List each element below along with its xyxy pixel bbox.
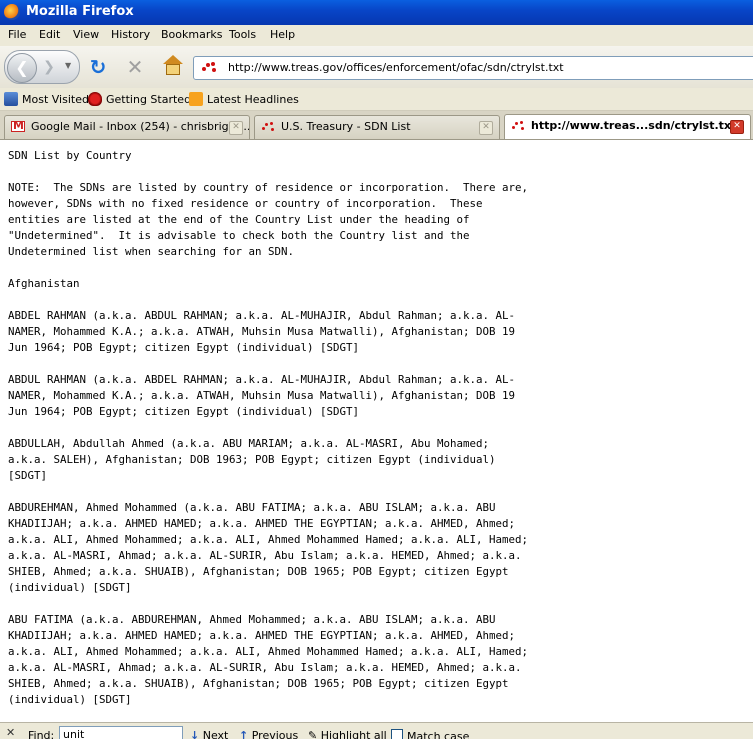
sdn-entry: ABDEL RAHMAN (a.k.a. ABDUL RAHMAN; a.k.a… — [8, 309, 516, 354]
treasury-favicon-icon — [511, 120, 525, 132]
sdn-entry: ABDUREHMAN, Ahmed Mohammed (a.k.a. ABU F… — [8, 501, 529, 594]
document-heading: SDN List by Country — [8, 149, 132, 162]
page-content: SDN List by Country NOTE: The SDNs are l… — [0, 140, 753, 722]
bookmark-getting-started[interactable]: Getting Started — [88, 92, 191, 106]
tab-gmail[interactable]: Google Mail - Inbox (254) - chrisbright.… — [4, 115, 250, 139]
back-button[interactable]: ❮ — [7, 53, 37, 83]
tab-ctrylst[interactable]: http://www.treas...sdn/ctrylst.txt ✕ — [504, 114, 751, 139]
treasury-favicon-icon — [261, 121, 275, 133]
tab-label: U.S. Treasury - SDN List — [281, 120, 411, 133]
firefox-bookmark-icon — [88, 92, 102, 106]
back-forward-group: ❮ ❯ ▼ — [4, 50, 80, 84]
tab-label: http://www.treas...sdn/ctrylst.txt — [531, 119, 737, 132]
sdn-entry: ABU FATIMA (a.k.a. ABDUREHMAN, Ahmed Moh… — [8, 613, 529, 706]
menu-bar: File Edit View History Bookmarks Tools H… — [0, 25, 753, 47]
menu-tools[interactable]: Tools — [229, 28, 256, 41]
menu-file[interactable]: File — [8, 28, 26, 41]
tab-close-icon[interactable]: ✕ — [479, 121, 493, 135]
bookmarks-folder-icon — [4, 92, 18, 106]
tab-close-icon[interactable]: ✕ — [229, 121, 243, 135]
reload-button[interactable]: ↻ — [87, 56, 109, 78]
tab-label: Google Mail - Inbox (254) - chrisbright.… — [31, 120, 250, 133]
find-bar: ✕ Find: ↓ Next ↑ Previous ✎ Highlight al… — [0, 722, 753, 739]
forward-button[interactable]: ❯ — [38, 57, 60, 77]
tab-close-icon[interactable]: ✕ — [730, 120, 744, 134]
menu-history[interactable]: History — [111, 28, 150, 41]
home-icon — [163, 55, 183, 64]
gmail-icon — [11, 119, 25, 132]
sdn-entry: ABDULLAH, Abdullah Ahmed (a.k.a. ABU MAR… — [8, 437, 496, 482]
tab-treasury[interactable]: U.S. Treasury - SDN List ✕ — [254, 115, 500, 139]
home-button[interactable] — [162, 55, 184, 77]
site-favicon-icon — [200, 60, 218, 76]
find-input[interactable] — [59, 726, 183, 739]
sdn-entry: ABDUL RAHMAN (a.k.a. ABDEL RAHMAN; a.k.a… — [8, 373, 516, 418]
address-bar[interactable]: http://www.treas.gov/offices/enforcement… — [193, 56, 753, 80]
country-heading: Afghanistan — [8, 277, 80, 290]
bookmark-latest-headlines[interactable]: Latest Headlines — [189, 92, 299, 106]
menu-edit[interactable]: Edit — [39, 28, 60, 41]
menu-bookmarks[interactable]: Bookmarks — [161, 28, 222, 41]
firefox-logo-icon — [4, 4, 20, 20]
rss-feed-icon — [189, 92, 203, 106]
tab-strip: Google Mail - Inbox (254) - chrisbright.… — [0, 111, 753, 140]
text-document: SDN List by Country NOTE: The SDNs are l… — [8, 148, 528, 708]
bookmark-most-visited[interactable]: Most Visited — [4, 92, 89, 106]
note-paragraph: NOTE: The SDNs are listed by country of … — [8, 181, 529, 258]
menu-view[interactable]: View — [73, 28, 99, 41]
navigation-toolbar: ❮ ❯ ▼ ↻ ✕ http://www.treas.gov/offices/e… — [0, 46, 753, 89]
menu-help[interactable]: Help — [270, 28, 295, 41]
bookmarks-toolbar: Most Visited Getting Started Latest Head… — [0, 88, 753, 111]
close-find-bar-icon[interactable]: ✕ — [6, 726, 15, 739]
url-text[interactable]: http://www.treas.gov/offices/enforcement… — [228, 61, 564, 74]
window-title: Mozilla Firefox — [26, 4, 134, 19]
title-bar: Mozilla Firefox — [0, 0, 753, 25]
history-dropdown-icon[interactable]: ▼ — [65, 61, 71, 70]
stop-button[interactable]: ✕ — [124, 56, 146, 78]
